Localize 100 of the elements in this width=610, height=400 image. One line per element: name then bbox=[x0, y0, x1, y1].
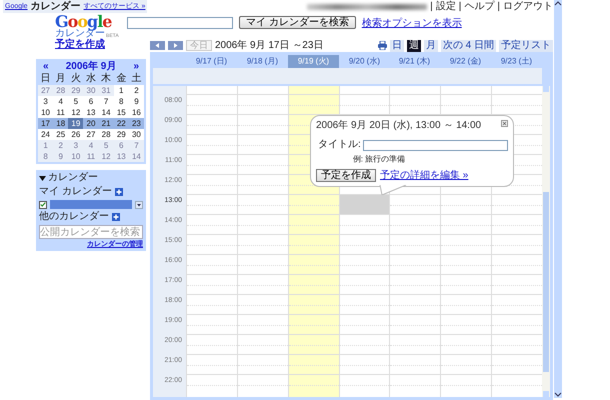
date-cell[interactable]: 4 bbox=[53, 96, 68, 107]
date-cell[interactable]: 3 bbox=[68, 140, 84, 151]
date-cell[interactable]: 7 bbox=[98, 96, 114, 107]
day-header[interactable]: 9/22 (金) bbox=[445, 56, 486, 66]
add-icon[interactable] bbox=[114, 188, 123, 196]
view-tab[interactable]: 月 bbox=[424, 40, 438, 52]
date-cell[interactable]: 22 bbox=[114, 118, 129, 129]
expand-arrow-icon[interactable] bbox=[39, 174, 46, 182]
date-cell[interactable]: 29 bbox=[114, 129, 129, 140]
view-tab[interactable]: 週 bbox=[406, 40, 421, 52]
add-icon[interactable] bbox=[112, 213, 120, 221]
date-cell[interactable]: 25 bbox=[53, 129, 68, 140]
date-cell[interactable]: 28 bbox=[98, 129, 114, 140]
date-cell[interactable]: 30 bbox=[128, 129, 144, 140]
view-tab[interactable]: 日 bbox=[390, 40, 404, 52]
view-tab[interactable]: 次の 4 日間 bbox=[440, 40, 496, 52]
date-range: 2006年 9月 17日 ～23日 bbox=[215, 40, 324, 52]
checkmark-icon bbox=[40, 201, 46, 208]
edit-details-link[interactable]: 予定の詳細を編集 » bbox=[380, 170, 468, 182]
day-header[interactable]: 9/23 (土) bbox=[496, 56, 537, 66]
previous-month-link[interactable]: « bbox=[43, 61, 49, 73]
date-cell[interactable]: 5 bbox=[68, 96, 84, 107]
next-month-link[interactable]: » bbox=[133, 61, 139, 73]
calendar-search-field[interactable]: 公開カレンダーを検索 bbox=[39, 225, 143, 239]
date-cell[interactable]: 2 bbox=[53, 140, 68, 151]
date-cell[interactable]: 8 bbox=[38, 151, 54, 162]
day-header[interactable]: 9/21 (木) bbox=[394, 56, 436, 66]
date-cell[interactable]: 15 bbox=[114, 107, 129, 118]
date-cell[interactable]: 24 bbox=[38, 129, 54, 140]
date-cell[interactable]: 1 bbox=[38, 140, 54, 151]
scroll-down-icon[interactable] bbox=[554, 391, 562, 398]
search-field[interactable] bbox=[127, 17, 233, 29]
title-label: タイトル: bbox=[318, 139, 361, 151]
header-link[interactable]: 設定 bbox=[436, 0, 456, 13]
date-cell[interactable]: 14 bbox=[128, 151, 144, 162]
date-cell[interactable]: 11 bbox=[53, 107, 68, 118]
date-cell[interactable]: 16 bbox=[128, 107, 144, 118]
next-button[interactable] bbox=[168, 41, 183, 50]
date-cell[interactable]: 3 bbox=[38, 96, 54, 107]
separator-text: | bbox=[458, 0, 462, 13]
create-event-link[interactable]: 予定を作成 bbox=[55, 39, 146, 53]
date-cell[interactable]: 8 bbox=[114, 96, 129, 107]
date-cell[interactable]: 13 bbox=[114, 151, 129, 162]
separator-text: | bbox=[497, 0, 500, 13]
calendar-checkbox[interactable] bbox=[39, 200, 47, 208]
previous-button[interactable] bbox=[150, 41, 165, 50]
weekday-label: 火 bbox=[70, 73, 82, 85]
separator-text: | bbox=[430, 0, 433, 13]
create-event-button[interactable]: 予定を作成 bbox=[316, 169, 376, 182]
search-button[interactable]: マイ カレンダーを検索 bbox=[239, 16, 356, 29]
date-cell[interactable]: 13 bbox=[83, 107, 99, 118]
weekday-label: 水 bbox=[84, 73, 97, 85]
weekday-label: 月 bbox=[54, 73, 67, 85]
date-cell[interactable]: 20 bbox=[83, 118, 99, 129]
section-label: 他のカレンダー bbox=[39, 211, 109, 223]
date-cell[interactable]: 17 bbox=[38, 118, 54, 129]
date-cell[interactable]: 4 bbox=[83, 140, 99, 151]
print-icon[interactable] bbox=[378, 41, 387, 50]
day-header[interactable]: 9/18 (月) bbox=[242, 56, 283, 66]
weekday-label: 土 bbox=[130, 73, 142, 85]
date-cell[interactable]: 1 bbox=[114, 85, 129, 96]
date-cell[interactable]: 6 bbox=[83, 96, 99, 107]
day-header[interactable]: 9/20 (水) bbox=[344, 56, 384, 66]
date-cell[interactable]: 9 bbox=[128, 96, 144, 107]
header-link[interactable]: ログアウト bbox=[503, 0, 553, 13]
date-cell[interactable]: 10 bbox=[38, 107, 54, 118]
date-cell[interactable]: 27 bbox=[38, 85, 54, 96]
date-cell[interactable]: 23 bbox=[128, 118, 144, 129]
section-label: マイ カレンダー bbox=[39, 186, 112, 198]
date-cell[interactable]: 7 bbox=[128, 140, 144, 151]
date-cell[interactable]: 9 bbox=[53, 151, 68, 162]
date-cell[interactable]: 19 bbox=[68, 118, 84, 129]
date-cell[interactable]: 12 bbox=[68, 107, 84, 118]
date-cell[interactable]: 29 bbox=[68, 85, 84, 96]
page-scrollbar[interactable] bbox=[554, 0, 562, 398]
search-options-link[interactable]: 検索オプションを表示 bbox=[362, 18, 462, 30]
day-header[interactable]: 9/17 (日) bbox=[191, 56, 232, 66]
date-cell[interactable]: 27 bbox=[83, 129, 99, 140]
weekday-label: 木 bbox=[100, 73, 112, 85]
date-cell[interactable]: 10 bbox=[68, 151, 84, 162]
date-cell[interactable]: 18 bbox=[53, 118, 68, 129]
date-cell[interactable]: 5 bbox=[98, 140, 114, 151]
close-icon[interactable] bbox=[501, 120, 508, 127]
date-cell[interactable]: 14 bbox=[98, 107, 114, 118]
weekday-label: 日 bbox=[40, 73, 52, 85]
logo-wordmark: Google bbox=[55, 14, 112, 29]
view-tab[interactable]: 予定リスト bbox=[499, 40, 553, 52]
date-cell[interactable]: 11 bbox=[83, 151, 99, 162]
date-cell[interactable]: 26 bbox=[68, 129, 84, 140]
dropdown-icon[interactable] bbox=[135, 200, 143, 208]
date-cell[interactable]: 12 bbox=[98, 151, 114, 162]
date-cell[interactable]: 28 bbox=[53, 85, 68, 96]
date-cell[interactable]: 6 bbox=[114, 140, 129, 151]
date-cell[interactable]: 2 bbox=[128, 85, 144, 96]
title-field[interactable] bbox=[362, 140, 508, 150]
date-cell[interactable]: 31 bbox=[98, 85, 114, 96]
scroll-up-icon[interactable] bbox=[554, 0, 562, 7]
date-cell[interactable]: 30 bbox=[83, 85, 99, 96]
header-link[interactable]: ヘルプ bbox=[464, 0, 494, 13]
date-cell[interactable]: 21 bbox=[98, 118, 114, 129]
